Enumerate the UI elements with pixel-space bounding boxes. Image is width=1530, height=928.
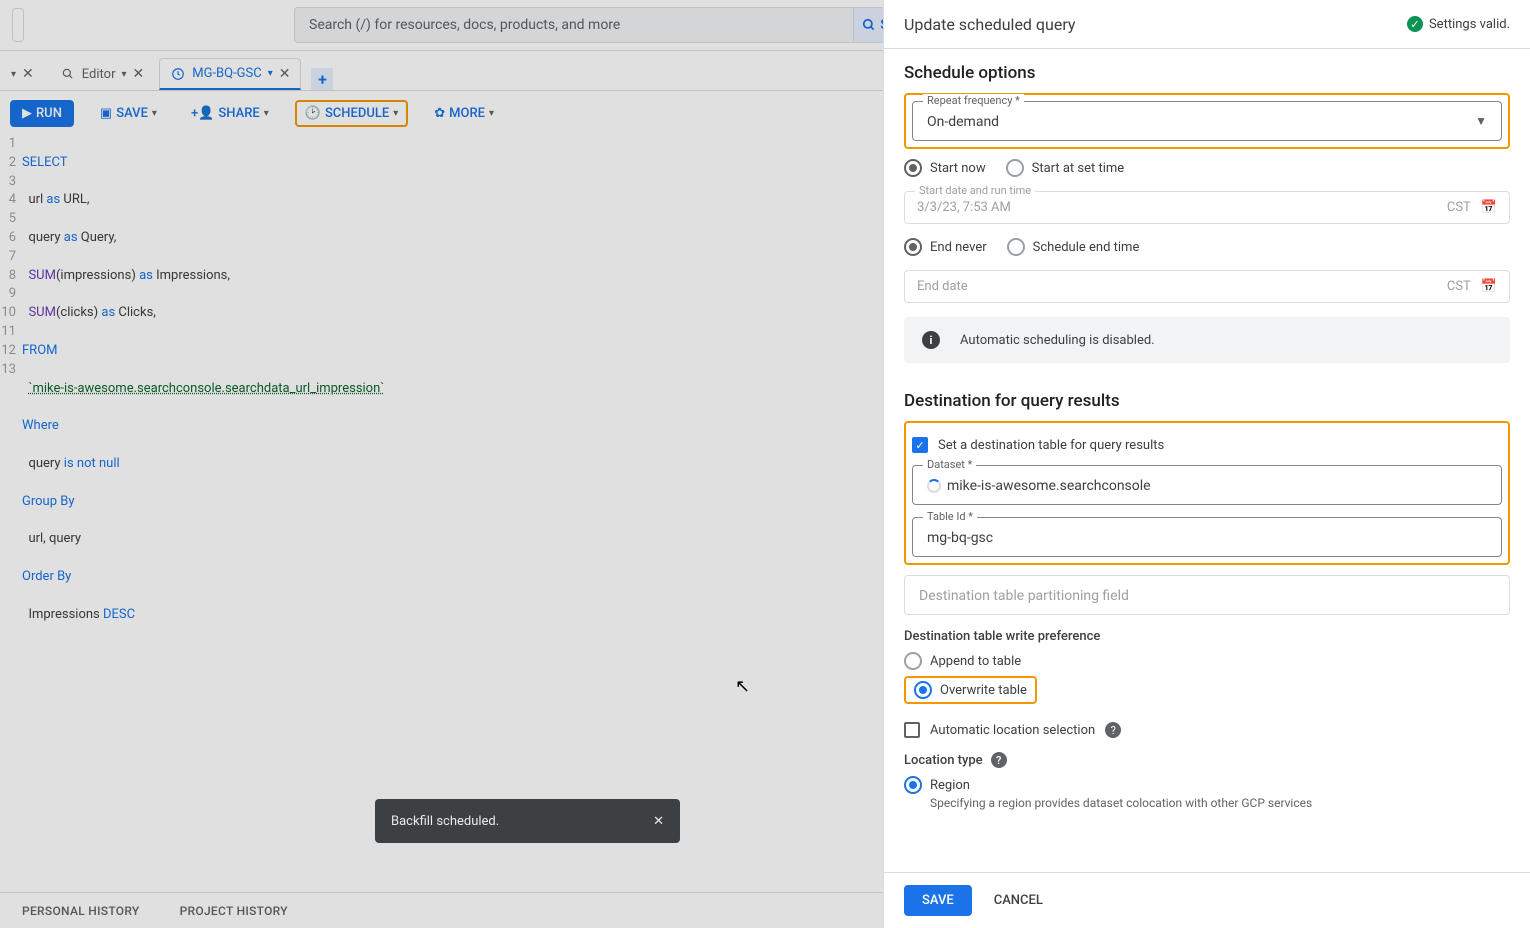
search-input[interactable]: Search (/) for resources, docs, products…	[294, 7, 854, 43]
tab-label: MG-BQ-GSC	[192, 66, 261, 81]
save-icon: ▣	[100, 106, 112, 121]
info-strip: i Automatic scheduling is disabled.	[904, 317, 1510, 363]
cancel-button[interactable]: CANCEL	[994, 893, 1043, 908]
query-icon	[60, 66, 76, 82]
destination-heading: Destination for query results	[904, 391, 1510, 411]
schedule-options-heading: Schedule options	[904, 63, 1510, 83]
end-date-field[interactable]: End date CST 📅	[904, 270, 1510, 303]
share-icon: +👤	[191, 106, 214, 121]
chevron-down-icon: ▾	[11, 69, 16, 80]
location-type-heading: Location type ?	[904, 752, 1510, 768]
run-button[interactable]: ▶ RUN	[10, 100, 74, 127]
save-button[interactable]: SAVE	[904, 885, 972, 916]
toast-message: Backfill scheduled.	[391, 814, 499, 829]
chevron-down-icon: ▾	[489, 108, 494, 119]
radio-start-now[interactable]: Start now	[904, 159, 986, 177]
tab-mg-bq-gsc[interactable]: MG-BQ-GSC ▾ ✕	[159, 58, 301, 90]
settings-valid: ✓ Settings valid.	[1407, 16, 1510, 32]
chevron-down-icon: ▾	[268, 68, 273, 79]
set-destination-checkbox[interactable]: ✓ Set a destination table for query resu…	[912, 437, 1502, 453]
panel-header: Update scheduled query ✓ Settings valid.	[884, 0, 1530, 49]
table-id-field[interactable]: Table Id * mg-bq-gsc	[912, 517, 1502, 557]
search-icon	[862, 18, 876, 32]
save-button[interactable]: ▣ SAVE ▾	[92, 100, 165, 127]
info-icon: i	[922, 331, 940, 349]
new-tab-button[interactable]: +	[311, 68, 333, 90]
checkbox-icon	[904, 722, 920, 738]
chevron-down-icon: ▼	[1475, 114, 1487, 128]
tab-editor[interactable]: Editor ▾ ✕	[49, 58, 155, 90]
line-gutter: 12345678910111213	[0, 135, 22, 662]
write-pref-heading: Destination table write preference	[904, 629, 1510, 644]
clock-icon: 🕑	[305, 106, 321, 121]
tab-personal-history[interactable]: PERSONAL HISTORY	[22, 904, 140, 918]
schedule-icon	[170, 66, 186, 82]
calendar-icon[interactable]: 📅	[1481, 279, 1497, 294]
close-icon[interactable]: ✕	[279, 66, 291, 82]
tab-project-history[interactable]: PROJECT HISTORY	[180, 904, 288, 918]
radio-overwrite[interactable]: Overwrite table	[914, 681, 1027, 699]
radio-start-set-time[interactable]: Start at set time	[1006, 159, 1125, 177]
schedule-highlight: 🕑 SCHEDULE ▾	[295, 100, 409, 127]
panel-body[interactable]: Schedule options Repeat frequency * On-d…	[884, 49, 1530, 872]
play-icon: ▶	[22, 106, 32, 121]
radio-end-never[interactable]: End never	[904, 238, 987, 256]
close-icon[interactable]: ✕	[653, 814, 664, 829]
start-date-field[interactable]: Start date and run time 3/3/23, 7:53 AM …	[904, 191, 1510, 224]
dataset-field[interactable]: Dataset * mike-is-awesome.searchconsole	[912, 465, 1502, 505]
radio-region[interactable]: Region	[904, 776, 1510, 794]
tab-1[interactable]: ▾ ✕	[0, 58, 45, 90]
end-radio-group: End never Schedule end time	[904, 238, 1510, 256]
schedule-button[interactable]: 🕑 SCHEDULE ▾	[305, 106, 399, 121]
radio-end-set-time[interactable]: Schedule end time	[1007, 238, 1140, 256]
help-icon[interactable]: ?	[1105, 722, 1121, 738]
close-icon[interactable]: ✕	[133, 66, 145, 82]
close-icon[interactable]: ✕	[22, 66, 34, 82]
auto-location-checkbox[interactable]: Automatic location selection ?	[904, 722, 1510, 738]
freq-highlight: Repeat frequency * On-demand ▼	[904, 93, 1510, 149]
destination-highlight: ✓ Set a destination table for query resu…	[904, 421, 1510, 565]
region-hint: Specifying a region provides dataset col…	[930, 796, 1510, 810]
more-button[interactable]: ✿ MORE ▾	[426, 100, 502, 127]
checkbox-icon: ✓	[912, 437, 928, 453]
chevron-down-icon: ▾	[121, 69, 126, 80]
gear-icon: ✿	[434, 106, 445, 121]
overwrite-highlight: Overwrite table	[904, 676, 1037, 704]
panel-footer: SAVE CANCEL	[884, 872, 1530, 928]
cursor-icon: ↖	[735, 676, 750, 697]
update-query-panel: Update scheduled query ✓ Settings valid.…	[883, 0, 1530, 928]
left-placeholder	[12, 8, 24, 42]
partition-field[interactable]: Destination table partitioning field	[904, 575, 1510, 615]
repeat-frequency-select[interactable]: Repeat frequency * On-demand ▼	[912, 101, 1502, 141]
share-button[interactable]: +👤 SHARE ▾	[183, 100, 277, 127]
panel-title: Update scheduled query	[904, 15, 1075, 34]
calendar-icon[interactable]: 📅	[1481, 200, 1497, 215]
toast-notification: Backfill scheduled. ✕	[375, 799, 680, 843]
chevron-down-icon: ▾	[264, 108, 269, 119]
chevron-down-icon: ▾	[152, 108, 157, 119]
start-radio-group: Start now Start at set time	[904, 159, 1510, 177]
chevron-down-icon: ▾	[393, 108, 398, 119]
radio-append[interactable]: Append to table	[904, 652, 1510, 670]
check-icon: ✓	[1407, 16, 1423, 32]
search-placeholder: Search (/) for resources, docs, products…	[309, 17, 620, 33]
tab-label: Editor	[82, 67, 116, 82]
spinner-icon	[927, 479, 941, 493]
help-icon[interactable]: ?	[991, 752, 1007, 768]
